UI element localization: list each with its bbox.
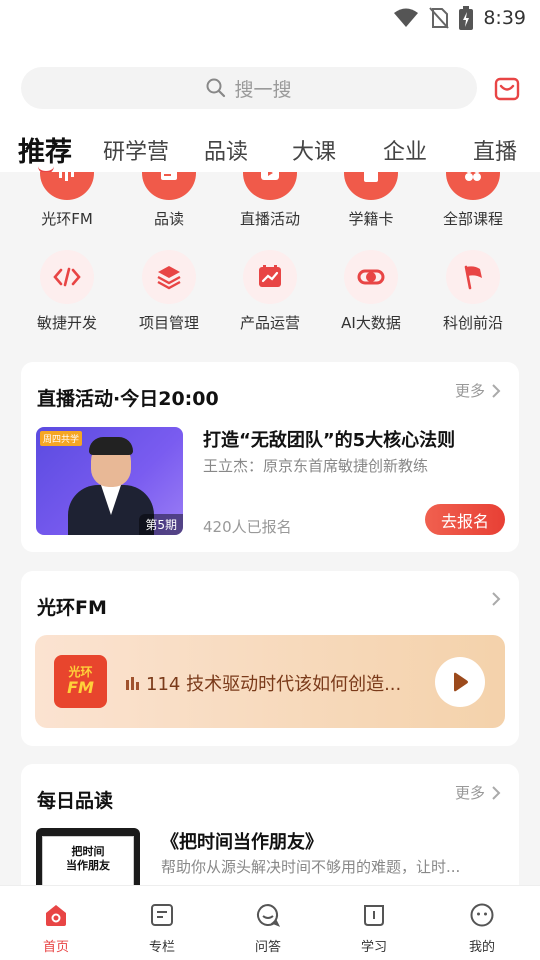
code-icon [40,250,94,304]
live-icon [243,172,297,200]
nav-label: 学习 [360,940,387,955]
nav-study[interactable]: 学习 [344,902,404,955]
live-event-card: 直播活动·今日20:00 更多 周四共学 第5期 打造“无敌团队”的5大核心法则… [21,362,519,552]
tab-study-camp[interactable]: 研学营 [103,134,169,166]
more-label: 更多 [454,382,485,400]
quick-item-ai[interactable]: AI大数据 [321,250,421,333]
layers-icon [142,250,196,304]
quick-item-label: 光环FM [41,210,93,228]
card-icon [344,172,398,200]
reading-more-link[interactable]: 更多 [455,782,501,803]
quick-item-label: AI大数据 [341,314,401,332]
quick-item-label: 全部课程 [442,210,503,228]
message-icon[interactable] [494,76,520,102]
speaker-hair [89,437,133,455]
nav-column[interactable]: 专栏 [132,902,192,955]
quick-item-pm[interactable]: 项目管理 [119,250,219,333]
category-tabs: 推荐 研学营 品读 大课 企业 直播 [0,128,540,174]
flag-icon [446,250,500,304]
quick-item-fm[interactable]: 光环FM [17,172,117,229]
no-sim-icon [429,7,450,29]
status-time: 8:39 [483,7,526,29]
search-bar[interactable]: 搜一搜 [21,67,477,109]
live-event-title[interactable]: 打造“无敌团队”的5大核心法则 [203,426,455,452]
issue-badge: 第5期 [139,514,183,535]
chart-icon [243,250,297,304]
signup-button[interactable]: 去报名 [425,504,505,535]
wifi-icon [394,8,419,27]
book-title[interactable]: 《把时间当作朋友》 [161,828,323,854]
quick-item-agile[interactable]: 敏捷开发 [17,250,117,333]
fm-more-link[interactable] [491,591,501,607]
battery-icon [459,6,474,30]
tab-recommend[interactable]: 推荐 [18,130,72,169]
quick-icon-grid: 光环FM 品读 直播活动 学籍卡 全部课程 敏捷开发 项目管理 产品运营 AI大… [0,172,540,342]
quick-item-label: 敏捷开发 [36,314,97,332]
tab-live[interactable]: 直播 [473,134,517,166]
home-icon [46,905,66,926]
fm-logo: 光环 FM [54,655,107,708]
thumb-tag: 周四共学 [40,431,83,446]
nav-label: 首页 [42,940,69,955]
quick-item-product-ops[interactable]: 产品运营 [220,250,320,333]
nav-label: 我的 [468,940,495,955]
profile-icon [470,903,494,927]
study-icon [364,905,384,926]
chevron-right-icon [492,383,501,398]
nav-qa[interactable]: 问答 [238,902,298,955]
search-icon [206,78,226,98]
chevron-right-icon [492,785,501,800]
play-icon [454,672,468,692]
nav-label: 专栏 [148,940,175,955]
quick-item-label: 科创前沿 [442,314,503,332]
tab-reading[interactable]: 品读 [204,134,248,166]
courses-icon [446,172,500,200]
live-speaker: 王立杰：原京东首席敏捷创新教练 [203,457,429,475]
ai-icon [344,250,398,304]
quick-item-label: 项目管理 [138,314,199,332]
quick-item-label: 直播活动 [239,210,300,228]
cover-line-1: 把时间 [71,845,105,858]
quick-item-reading[interactable]: 品读 [119,172,219,229]
quick-item-label: 品读 [153,210,184,228]
fm-card: 光环FM 光环 FM 114 技术驱动时代该如何创造... [21,571,519,746]
fm-logo-bottom: FM [67,678,94,698]
fm-track: 114 技术驱动时代该如何创造... [125,670,401,696]
tab-big-course[interactable]: 大课 [292,134,336,166]
chevron-right-icon [492,592,501,606]
more-label: 更多 [454,784,485,802]
fm-icon [40,172,94,200]
play-button[interactable] [435,657,485,707]
quick-item-live[interactable]: 直播活动 [220,172,320,229]
reading-card-title: 每日品读 [37,790,114,812]
live-thumbnail[interactable]: 周四共学 第5期 [36,427,183,535]
fm-player[interactable]: 光环 FM 114 技术驱动时代该如何创造... [35,635,505,728]
header: 搜一搜 推荐 研学营 品读 大课 企业 直播 [0,36,540,174]
status-bar: 8:39 [0,0,540,36]
quick-item-label: 产品运营 [239,314,300,332]
live-card-title: 直播活动·今日20:00 [37,388,219,410]
quick-item-innovation[interactable]: 科创前沿 [423,250,523,333]
reading-icon [142,172,196,200]
fm-track-title: 114 技术驱动时代该如何创造... [146,674,402,695]
fm-card-title: 光环FM [37,597,107,619]
column-icon [151,904,173,926]
nav-profile[interactable]: 我的 [452,902,512,955]
signup-count: 420人已报名 [203,518,292,536]
nav-home[interactable]: 首页 [26,902,86,955]
qa-icon [257,903,281,927]
tab-enterprise[interactable]: 企业 [383,134,427,166]
live-more-link[interactable]: 更多 [455,380,501,401]
audio-bars-icon [126,677,139,690]
quick-item-card[interactable]: 学籍卡 [321,172,421,229]
search-placeholder: 搜一搜 [234,78,292,101]
cover-line-2: 当作朋友 [66,859,110,873]
quick-item-all-courses[interactable]: 全部课程 [423,172,523,229]
book-description: 帮助你从源头解决时间不够用的难题，让时... [161,858,461,876]
quick-item-label: 学籍卡 [348,210,394,228]
nav-label: 问答 [254,940,281,955]
bottom-nav: 首页 专栏 问答 学习 我的 [0,885,540,960]
